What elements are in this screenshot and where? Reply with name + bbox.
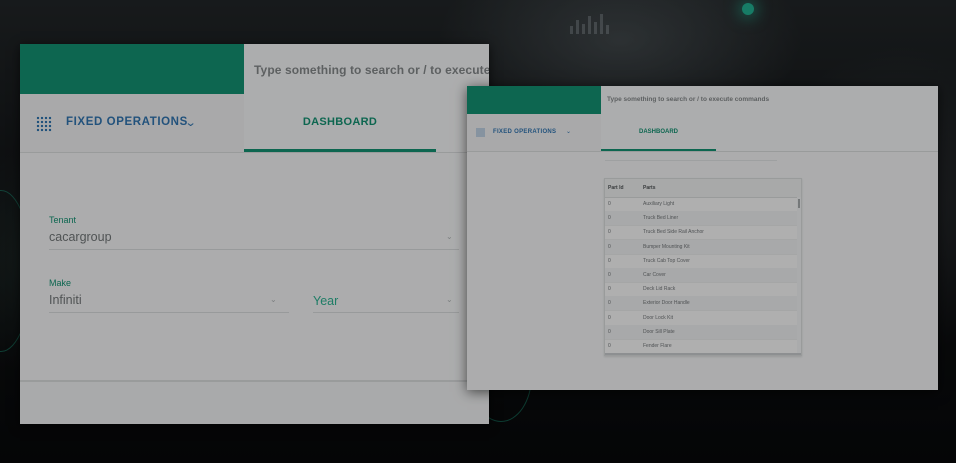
table-header: Part Id Parts — [605, 179, 801, 198]
chevron-down-icon[interactable]: ⌄ — [446, 295, 453, 304]
tab-dashboard-label: DASHBOARD — [302, 116, 378, 128]
part-id-cell: 0 — [608, 243, 611, 250]
table-row[interactable]: 0 Truck Bed Side Rail Anchor — [605, 225, 797, 241]
table-row[interactable]: 0 Door Lock Kit — [605, 311, 797, 326]
table-row[interactable]: 0 Truck Cab Top Cover — [605, 254, 797, 269]
table-row[interactable]: 0 Auxiliary Light — [605, 197, 797, 212]
search-input[interactable]: Type something to search or / to execute — [254, 63, 489, 77]
part-name-cell: Truck Bed Side Rail Anchor — [643, 229, 704, 236]
year-underline — [313, 312, 459, 313]
search-input[interactable]: Type something to search or / to execute… — [607, 96, 769, 103]
part-id-cell: 0 — [608, 215, 611, 222]
nav-title[interactable]: FIXED OPERATIONS — [493, 129, 556, 135]
tab-bar-filler — [716, 114, 938, 151]
part-id-cell: 0 — [608, 286, 611, 293]
table-row[interactable]: 0 Exterior Door Handle — [605, 296, 797, 312]
background-chart — [570, 14, 609, 34]
part-id-cell: 0 — [608, 229, 611, 236]
brand-bar — [20, 44, 244, 94]
part-id-cell: 0 — [608, 272, 611, 278]
column-header-part-id[interactable]: Part Id — [608, 185, 624, 191]
table-bottom-border — [605, 353, 801, 355]
brand-bar — [467, 86, 601, 114]
part-id-cell: 0 — [608, 257, 611, 264]
tenant-underline — [49, 249, 459, 250]
parts-table[interactable]: Part Id Parts 0 Auxiliary Light 0 Truck Bed… — [604, 178, 802, 356]
search-bar[interactable]: Type something to search or / to execute… — [601, 86, 938, 115]
tab-dashboard[interactable]: DASHBOARD — [244, 94, 436, 152]
tab-dashboard-label: DASHBOARD — [639, 129, 678, 135]
footer — [20, 382, 489, 424]
column-header-parts[interactable]: Parts — [643, 185, 656, 191]
chevron-down-icon[interactable]: ⌄ — [446, 232, 453, 241]
part-name-cell: Bumper Mounting Kit — [643, 243, 690, 250]
nav-menu[interactable]: FIXED OPERATIONS ⌄ — [20, 94, 245, 152]
part-name-cell: Truck Cab Top Cover — [643, 257, 690, 264]
fixed-ops-window-large: Type something to search or / to execute… — [20, 44, 489, 424]
part-id-cell: 0 — [608, 328, 611, 335]
chevron-down-icon[interactable]: ⌄ — [185, 116, 197, 129]
fixed-ops-window-small: Type something to search or / to execute… — [467, 86, 938, 390]
part-name-cell: Door Lock Kit — [643, 314, 674, 321]
make-label: Make — [49, 278, 72, 288]
table-row[interactable]: 0 Car Cover — [605, 268, 797, 283]
part-name-cell: Car Cover — [643, 272, 666, 278]
part-id-cell: 0 — [608, 314, 611, 321]
tab-dashboard[interactable]: DASHBOARD — [601, 114, 716, 151]
scrollbar-thumb[interactable] — [798, 199, 800, 208]
divider — [605, 160, 777, 161]
table-row[interactable]: 0 Bumper Mounting Kit — [605, 239, 797, 255]
part-id-cell: 0 — [608, 343, 611, 349]
part-name-cell: Auxiliary Light — [643, 201, 675, 207]
background-glow — [742, 3, 754, 15]
scrollbar[interactable] — [797, 197, 801, 355]
nav-menu[interactable]: FIXED OPERATIONS ⌄ — [467, 114, 602, 151]
part-name-cell: Fender Flare — [643, 343, 672, 349]
chevron-down-icon[interactable]: ⌄ — [270, 295, 277, 304]
tenant-label: Tenant — [49, 215, 77, 225]
table-row[interactable]: 0 Fender Flare — [605, 339, 797, 354]
chevron-down-icon[interactable]: ⌄ — [566, 128, 571, 135]
year-select[interactable]: Year — [313, 294, 338, 308]
table-row[interactable]: 0 Door Sill Plate — [605, 324, 797, 340]
table-row[interactable]: 0 Truck Bed Liner — [605, 211, 797, 227]
grid-icon[interactable] — [476, 128, 485, 137]
nav-title[interactable]: FIXED OPERATIONS — [66, 116, 188, 128]
part-id-cell: 0 — [608, 300, 611, 307]
part-name-cell: Exterior Door Handle — [643, 300, 690, 307]
grid-icon[interactable] — [36, 116, 52, 132]
part-name-cell: Door Sill Plate — [643, 328, 675, 335]
filter-form: Tenant cacargroup ⌄ Make Infiniti ⌄ Year… — [20, 153, 489, 380]
table-row[interactable]: 0 Deck Lid Rack — [605, 282, 797, 298]
make-underline — [49, 312, 289, 313]
part-name-cell: Truck Bed Liner — [643, 215, 679, 222]
make-select[interactable]: Infiniti — [49, 293, 82, 307]
search-bar[interactable]: Type something to search or / to execute — [244, 44, 489, 95]
part-name-cell: Deck Lid Rack — [643, 286, 676, 293]
tenant-select[interactable]: cacargroup — [49, 230, 112, 244]
part-id-cell: 0 — [608, 201, 611, 207]
